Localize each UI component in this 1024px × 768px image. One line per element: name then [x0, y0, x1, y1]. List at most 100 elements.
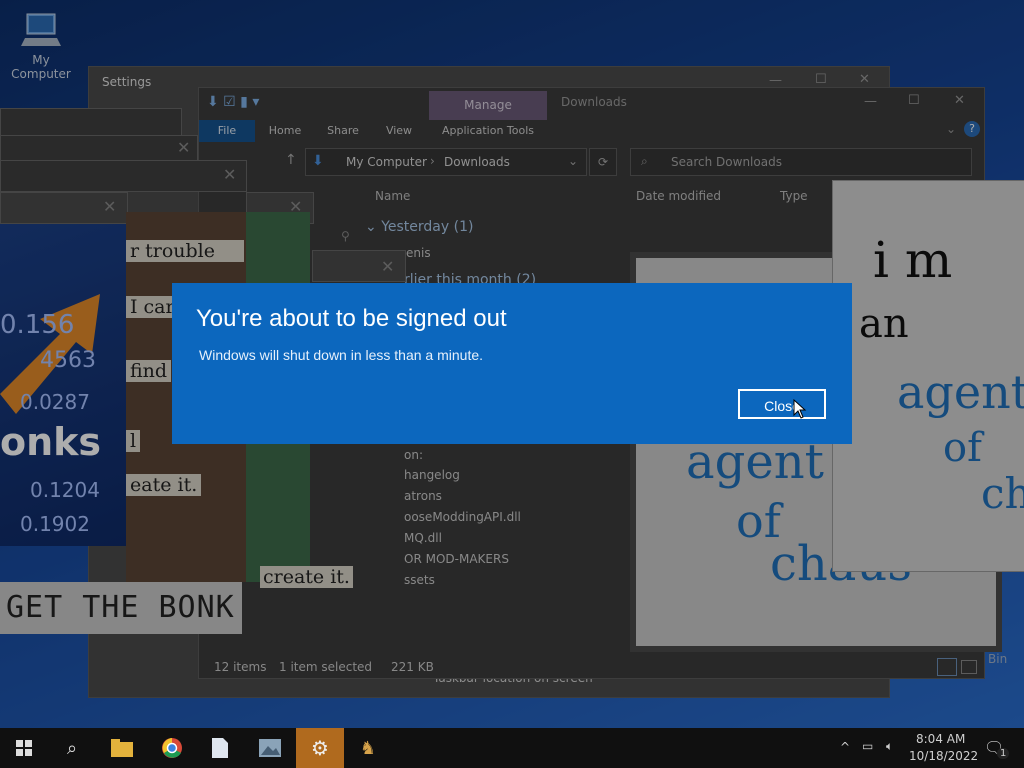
note-line: i m [873, 231, 953, 289]
close-icon[interactable]: ✕ [103, 199, 116, 215]
stacked-window[interactable]: ✕ [312, 250, 406, 282]
taskbar: ⌕ ⚙ ♞ ^ ▭ 🔈︎ 8:04 AM 10/18/2022 🗨︎ 1 [0, 728, 1024, 768]
maximize-icon[interactable]: ☐ [908, 93, 920, 108]
stacked-window[interactable]: ✕ [0, 160, 247, 192]
stonks-number: 0.0287 [20, 390, 90, 414]
start-button[interactable] [0, 728, 48, 768]
taskbar-photos[interactable] [246, 728, 294, 768]
clock-time[interactable]: 8:04 AM [916, 732, 965, 746]
help-icon[interactable]: ? [964, 121, 980, 137]
search-icon: ⌕ [641, 154, 648, 168]
stonks-meme-image: 0.156 4563 0.0287 onks 0.1204 0.1902 [0, 224, 126, 546]
notification-count-badge: 1 [997, 748, 1010, 759]
volume-icon[interactable]: 🔈︎ [886, 739, 893, 754]
stacked-window[interactable] [0, 108, 182, 136]
column-date-modified[interactable]: Date modified [636, 189, 721, 203]
close-icon[interactable]: ✕ [223, 167, 236, 183]
goose-app-icon: ♞ [359, 737, 377, 759]
manage-tab-header[interactable]: Manage [429, 91, 547, 120]
group-yesterday-label: Yesterday (1) [381, 219, 474, 235]
meme-bubble: l [126, 430, 141, 452]
up-arrow-icon[interactable]: ↑ [285, 152, 297, 168]
dialog-message: Windows will shut down in less than a mi… [199, 347, 484, 363]
chevron-down-icon[interactable]: ⌄ [946, 122, 956, 136]
minimize-icon[interactable]: — [864, 94, 877, 109]
tab-file[interactable]: File [199, 120, 255, 142]
close-button[interactable]: Close [738, 389, 826, 419]
breadcrumb-root[interactable]: My Computer [346, 155, 427, 169]
settings-title: Settings [102, 75, 152, 89]
clock-date[interactable]: 10/18/2022 [909, 749, 978, 763]
bonk-meme-image: GET THE BONK [0, 582, 242, 634]
windows-logo-icon [16, 740, 32, 756]
details-view-icon[interactable] [937, 658, 957, 676]
quick-access-toolbar: ⬇ ☑ ▮ ▾ [207, 94, 260, 110]
dialog-title: You're about to be signed out [196, 305, 507, 332]
list-item[interactable]: MQ.dll [404, 531, 442, 545]
stacked-window[interactable]: ✕ [0, 135, 198, 163]
list-item[interactable]: on: [404, 448, 423, 462]
column-type[interactable]: Type [780, 189, 808, 203]
status-size: 221 KB [391, 660, 434, 674]
network-icon[interactable]: ▭ [862, 739, 873, 753]
list-item[interactable]: OR MOD-MAKERS [404, 552, 509, 566]
taskbar-settings[interactable]: ⚙ [296, 728, 344, 768]
close-icon[interactable]: ✕ [859, 72, 870, 87]
stonks-word: onks [0, 420, 102, 464]
list-item[interactable]: ooseModdingAPI.dll [404, 510, 521, 524]
close-icon[interactable]: ✕ [954, 93, 965, 108]
meme-bubble: find [126, 360, 172, 382]
refresh-button[interactable]: ⟳ [589, 148, 617, 176]
stacked-window[interactable]: ✕ [0, 192, 128, 224]
note-line: ch [981, 469, 1024, 518]
minimize-icon[interactable]: — [769, 73, 782, 88]
tab-share[interactable]: Share [315, 120, 371, 142]
window-title: Downloads [561, 95, 627, 109]
list-item[interactable]: ssets [404, 573, 435, 587]
chevron-up-icon[interactable]: ^ [840, 740, 850, 754]
note-line: agent [897, 365, 1024, 419]
list-item[interactable]: atrons [404, 489, 442, 503]
list-item[interactable]: hangelog [404, 468, 460, 482]
tiles-view-icon[interactable] [961, 660, 977, 674]
mouse-cursor-icon [793, 399, 807, 419]
pin-icon: ⚲ [341, 229, 350, 243]
taskbar-chrome[interactable] [148, 728, 196, 768]
search-placeholder: Search Downloads [671, 155, 782, 169]
tab-view[interactable]: View [375, 120, 423, 142]
taskbar-notepad[interactable] [196, 728, 244, 768]
tab-home[interactable]: Home [259, 120, 311, 142]
agent-of-chaos-note-2: i m an agent of ch [832, 180, 1024, 572]
group-yesterday[interactable]: ⌄ Yesterday (1) [365, 219, 473, 235]
address-bar[interactable]: ⬇ My Computer › Downloads ⌄ [305, 148, 587, 176]
note-line: an [859, 301, 909, 347]
list-item[interactable]: enis [406, 246, 431, 260]
gear-icon: ⚙ [311, 736, 329, 760]
search-box[interactable]: ⌕ Search Downloads [630, 148, 972, 176]
taskbar-file-explorer[interactable] [98, 728, 146, 768]
ribbon: ⬇ ☑ ▮ ▾ Manage Downloads — ☐ ✕ File Home… [199, 88, 984, 142]
chevron-down-icon[interactable]: ⌄ [568, 154, 578, 168]
recycle-bin-label[interactable]: Bin [988, 652, 1007, 666]
meme-bubble: I car [126, 296, 179, 318]
chrome-icon [162, 738, 182, 758]
taskbar-goose[interactable]: ♞ [344, 728, 392, 768]
search-icon: ⌕ [66, 737, 78, 759]
document-icon [212, 738, 228, 758]
column-name[interactable]: Name [375, 189, 410, 203]
stonks-number: 4563 [40, 348, 96, 373]
photos-icon [259, 739, 281, 757]
desktop-icon-my-computer[interactable]: My Computer [4, 10, 78, 81]
stonks-number: 0.156 [0, 310, 75, 340]
breadcrumb-folder[interactable]: Downloads [444, 155, 510, 169]
close-icon[interactable]: ✕ [381, 259, 394, 275]
status-items: 12 items [214, 660, 267, 674]
maximize-icon[interactable]: ☐ [815, 72, 827, 87]
search-button[interactable]: ⌕ [48, 728, 96, 768]
meme-bubble: r trouble [126, 240, 244, 262]
meme-bubble: create it. [260, 566, 353, 588]
stonks-number: 0.1204 [30, 478, 100, 502]
tab-application-tools[interactable]: Application Tools [429, 120, 547, 142]
bonk-caption: GET THE BONK [6, 590, 235, 625]
close-icon[interactable]: ✕ [177, 140, 190, 156]
